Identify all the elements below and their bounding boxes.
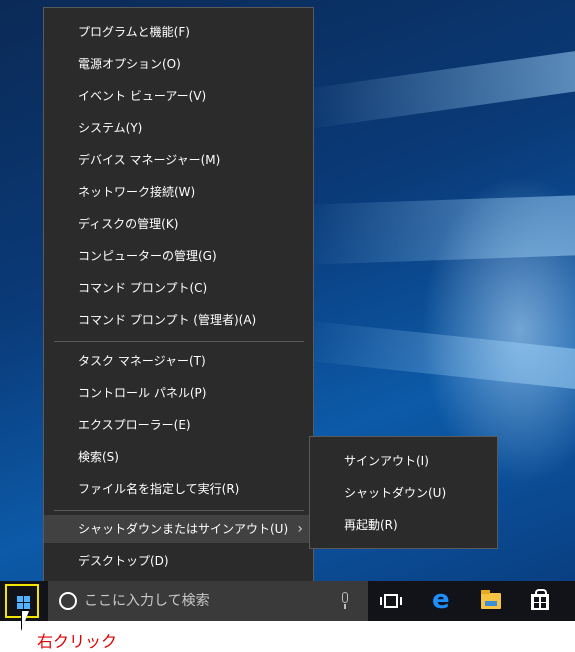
search-placeholder: ここに入力して検索 bbox=[84, 593, 210, 609]
wallpaper-light-beam bbox=[297, 320, 575, 392]
menu-item-power-options[interactable]: 電源オプション(O) bbox=[44, 50, 313, 78]
mouse-cursor-fill bbox=[22, 611, 29, 629]
file-explorer-button[interactable] bbox=[471, 581, 511, 621]
submenu-item-sign-out[interactable]: サインアウト(I) bbox=[310, 447, 497, 475]
store-icon bbox=[531, 589, 549, 610]
menu-item-command-prompt-admin[interactable]: コマンド プロンプト (管理者)(A) bbox=[44, 306, 313, 334]
menu-item-desktop[interactable]: デスクトップ(D) bbox=[44, 547, 313, 575]
menu-item-search[interactable]: 検索(S) bbox=[44, 443, 313, 471]
edge-button[interactable]: e bbox=[423, 581, 463, 621]
store-button[interactable] bbox=[520, 581, 560, 621]
edge-icon: e bbox=[432, 585, 450, 615]
menu-item-computer-management[interactable]: コンピューターの管理(G) bbox=[44, 242, 313, 270]
menu-item-run[interactable]: ファイル名を指定して実行(R) bbox=[44, 475, 313, 503]
menu-item-task-manager[interactable]: タスク マネージャー(T) bbox=[44, 347, 313, 375]
menu-separator bbox=[54, 510, 304, 511]
submenu-item-shutdown[interactable]: シャットダウン(U) bbox=[310, 479, 497, 507]
menu-item-network-connections[interactable]: ネットワーク接続(W) bbox=[44, 178, 313, 206]
taskbar-search-box[interactable]: ここに入力して検索 bbox=[48, 581, 368, 621]
wallpaper-light-beam bbox=[298, 194, 575, 265]
menu-item-event-viewer[interactable]: イベント ビューアー(V) bbox=[44, 82, 313, 110]
menu-item-disk-management[interactable]: ディスクの管理(K) bbox=[44, 210, 313, 238]
file-explorer-icon bbox=[481, 590, 501, 609]
menu-item-command-prompt[interactable]: コマンド プロンプト(C) bbox=[44, 274, 313, 302]
shutdown-submenu: サインアウト(I) シャットダウン(U) 再起動(R) bbox=[309, 436, 498, 549]
menu-separator bbox=[54, 341, 304, 342]
cortana-icon bbox=[59, 592, 77, 610]
microphone-icon[interactable] bbox=[340, 592, 350, 610]
menu-item-programs-and-features[interactable]: プログラムと機能(F) bbox=[44, 18, 313, 46]
chevron-right-icon: › bbox=[297, 521, 303, 537]
winx-context-menu: プログラムと機能(F) 電源オプション(O) イベント ビューアー(V) システ… bbox=[43, 7, 314, 585]
windows-logo-icon bbox=[17, 596, 31, 610]
submenu-item-restart[interactable]: 再起動(R) bbox=[310, 511, 497, 539]
menu-item-system[interactable]: システム(Y) bbox=[44, 114, 313, 142]
menu-item-label: シャットダウンまたはサインアウト(U) bbox=[78, 522, 289, 536]
task-view-button[interactable] bbox=[372, 581, 412, 621]
wallpaper-light-beam bbox=[297, 48, 575, 130]
menu-item-device-manager[interactable]: デバイス マネージャー(M) bbox=[44, 146, 313, 174]
menu-item-control-panel[interactable]: コントロール パネル(P) bbox=[44, 379, 313, 407]
right-click-annotation: 右クリック bbox=[37, 632, 118, 651]
menu-item-explorer[interactable]: エクスプローラー(E) bbox=[44, 411, 313, 439]
menu-item-shutdown-or-sign-out[interactable]: シャットダウンまたはサインアウト(U) › bbox=[44, 515, 313, 543]
